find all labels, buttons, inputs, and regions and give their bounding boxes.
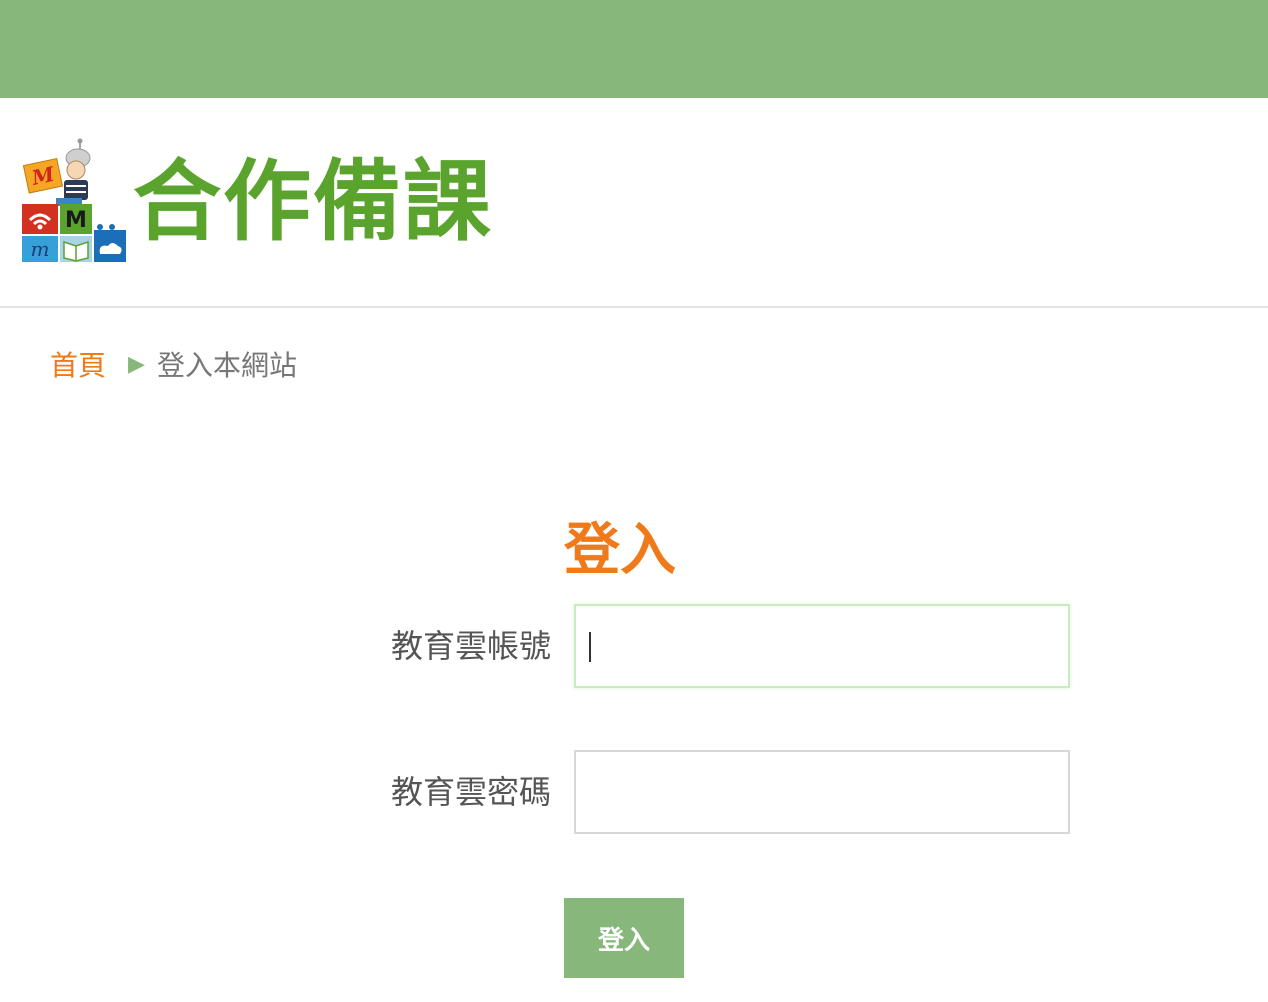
password-input[interactable]	[574, 750, 1070, 834]
site-title: 合作備課	[133, 149, 494, 253]
password-row: 教育雲密碼	[0, 750, 1268, 834]
login-title: 登入	[564, 517, 676, 583]
breadcrumb: 首頁 ▶ 登入本網站	[50, 344, 297, 384]
site-logo-icon: M M m	[22, 138, 126, 262]
top-bar	[0, 0, 1268, 98]
login-submit-button[interactable]: 登入	[564, 898, 684, 978]
breadcrumb-current: 登入本網站	[156, 349, 297, 382]
account-input[interactable]	[574, 604, 1070, 688]
site-header: M M m 合作備課	[0, 98, 1268, 308]
text-cursor	[589, 632, 591, 662]
breadcrumb-separator-icon: ▶	[128, 351, 145, 377]
logo-letter-m-3: m	[31, 237, 50, 261]
account-row: 教育雲帳號	[0, 604, 1268, 688]
logo-letter-m-2: M	[65, 208, 87, 233]
password-label: 教育雲密碼	[390, 773, 551, 811]
breadcrumb-home-link[interactable]: 首頁	[50, 344, 106, 384]
account-label: 教育雲帳號	[390, 627, 551, 665]
